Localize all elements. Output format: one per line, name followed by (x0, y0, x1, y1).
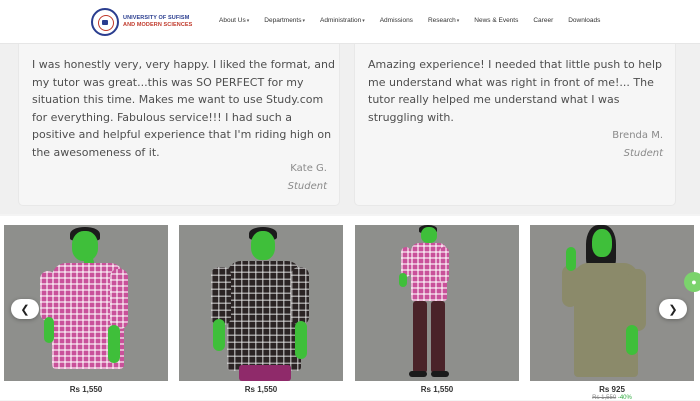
discount-badge: -40% (617, 395, 632, 401)
old-price: Rs 1,550 (592, 395, 617, 401)
chevron-down-icon: ▾ (362, 17, 365, 24)
product-carousel: Rs 1,550 Rs 1,550 Rs 1,550 Rs 925 Rs 1,5… (0, 216, 700, 401)
nav-about-us[interactable]: About Us ▾ (219, 17, 249, 24)
carousel-next-button[interactable]: ❯ (659, 299, 687, 319)
chevron-down-icon: ▾ (246, 17, 250, 24)
chat-icon[interactable]: ● (684, 272, 700, 292)
nav-career[interactable]: Career (533, 17, 553, 24)
logo-line-1: UNIVERSITY OF SUFISM (123, 15, 190, 21)
nav-research[interactable]: Research ▾ (428, 17, 459, 24)
testimonial-card: Amazing experience! I needed that little… (354, 44, 676, 206)
nav-label: Administration (320, 17, 362, 24)
chevron-left-icon: ❮ (20, 303, 30, 316)
carousel-prev-button[interactable]: ❮ (11, 299, 39, 319)
nav-label: News & Events (474, 17, 519, 24)
main-nav: About Us ▾ Departments ▾ Administration ▾ A… (219, 17, 615, 24)
nav-administration[interactable]: Administration ▾ (320, 17, 365, 24)
testimonial-quote: Amazing experience! I needed that little… (368, 58, 662, 124)
site-header: UNIVERSITY OF SUFISM AND MODERN SCIENCES… (0, 0, 700, 44)
nav-label: Departments (264, 17, 302, 24)
product-original-price: Rs 1,550 -40% (530, 395, 694, 401)
product-price: Rs 1,550 (420, 385, 454, 394)
product-card[interactable]: Rs 1,550 (355, 225, 519, 394)
testimonial-role: Student (287, 181, 327, 192)
chevron-right-icon: ❯ (668, 303, 678, 316)
nav-admissions[interactable]: Admissions (380, 17, 413, 24)
testimonials-section: I was honestly very, very happy. I liked… (0, 44, 700, 214)
nav-label: About Us (219, 17, 246, 24)
product-price: Rs 1,550 (244, 385, 278, 394)
logo-line-2: AND MODERN SCIENCES (123, 22, 193, 28)
testimonial-card: I was honestly very, very happy. I liked… (18, 44, 340, 206)
nav-downloads[interactable]: Downloads (568, 17, 600, 24)
logo-text: UNIVERSITY OF SUFISM AND MODERN SCIENCES (123, 15, 192, 29)
chevron-down-icon: ▾ (302, 17, 305, 24)
nav-news-events[interactable]: News & Events (474, 17, 518, 24)
nav-label: Research (427, 17, 456, 24)
product-price: Rs 1,550 (69, 385, 103, 394)
product-card[interactable]: Rs 1,550 (179, 225, 343, 394)
nav-label: Career (533, 17, 554, 24)
nav-departments[interactable]: Departments ▾ (264, 17, 305, 24)
product-image[interactable] (355, 225, 519, 381)
chevron-down-icon: ▾ (456, 17, 460, 24)
nav-label: Downloads (568, 17, 601, 24)
testimonial-author: Brenda M. (612, 130, 663, 141)
product-price: Rs 925 (599, 385, 625, 394)
testimonial-author: Kate G. (290, 163, 327, 174)
testimonial-role: Student (623, 148, 663, 159)
university-seal-icon (91, 8, 119, 36)
testimonial-quote: I was honestly very, very happy. I liked… (32, 58, 335, 159)
nav-label: Admissions (379, 17, 413, 24)
university-logo[interactable]: UNIVERSITY OF SUFISM AND MODERN SCIENCES (91, 8, 192, 36)
product-image[interactable] (179, 225, 343, 381)
